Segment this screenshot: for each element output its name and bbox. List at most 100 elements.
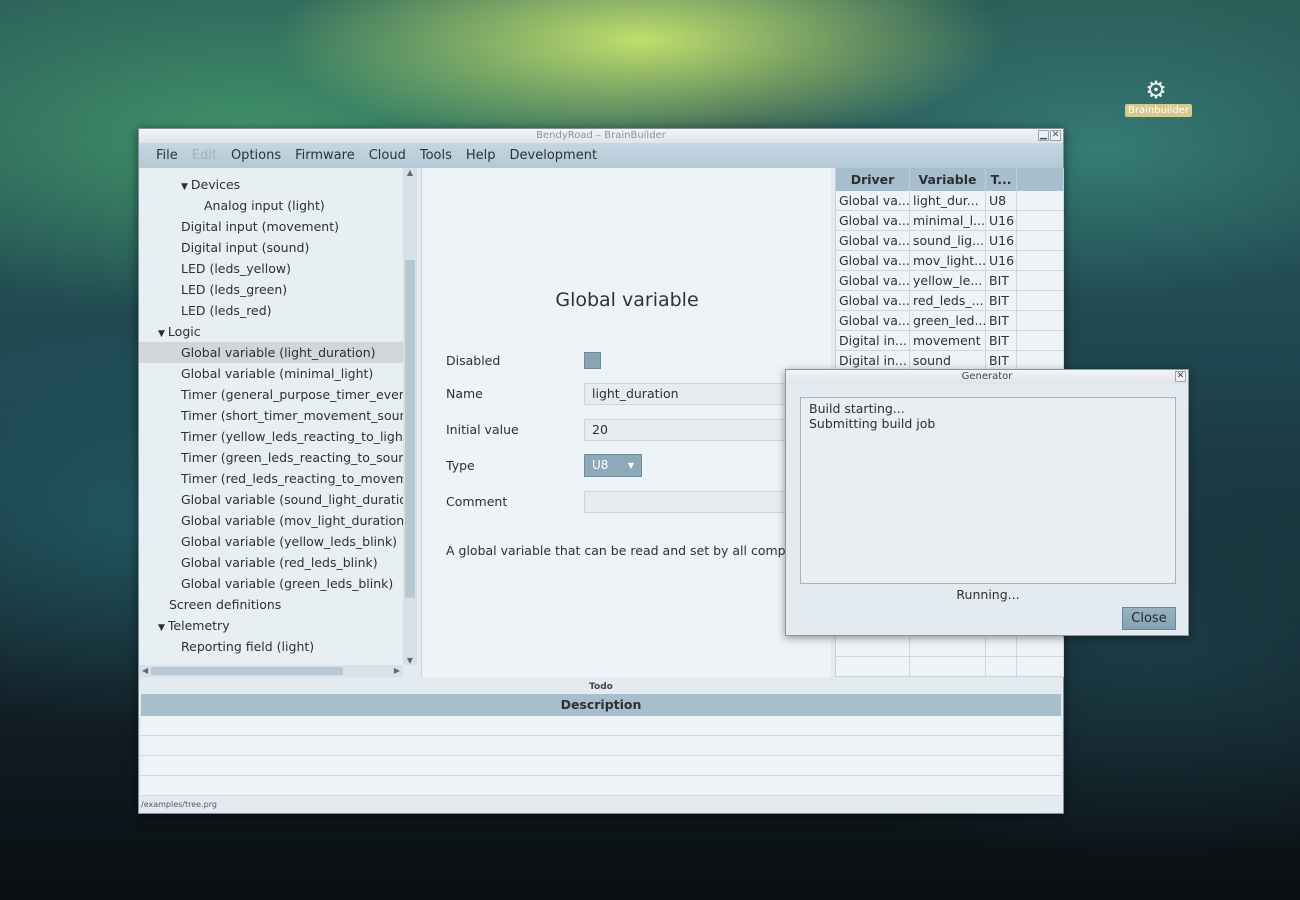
- close-icon[interactable]: ✕: [1175, 371, 1186, 382]
- column-header-type[interactable]: T...: [986, 168, 1017, 191]
- tree-item[interactable]: Timer (red_leds_reacting_to_moveme: [181, 468, 403, 489]
- table-row[interactable]: Global va... sound_lig... U16: [836, 231, 1064, 251]
- log-line: Build starting...: [809, 401, 905, 416]
- log-line: Submitting build job: [809, 416, 936, 431]
- gear-icon: ⚙: [1145, 76, 1167, 104]
- tree-item-selected[interactable]: Global variable (light_duration): [139, 342, 403, 363]
- tree-node-logic[interactable]: ▼ Logic: [158, 321, 201, 342]
- table-cell: light_dur...: [910, 191, 986, 210]
- table-cell: Global va...: [836, 311, 910, 330]
- expand-triangle-icon[interactable]: ▼: [181, 182, 188, 192]
- type-select[interactable]: U8 ▼: [584, 454, 642, 477]
- name-label: Name: [446, 386, 483, 401]
- minimize-icon[interactable]: ▁: [1038, 130, 1049, 141]
- column-header-driver[interactable]: Driver: [836, 168, 910, 191]
- tree-item[interactable]: Global variable (mov_light_duration): [181, 510, 403, 531]
- table-cell: green_led...: [910, 311, 986, 330]
- tree-item[interactable]: Global variable (yellow_leds_blink): [181, 531, 397, 552]
- table-cell: mov_light...: [910, 251, 986, 270]
- table-cell: [1017, 211, 1064, 230]
- tree-item[interactable]: LED (leds_red): [181, 300, 272, 321]
- close-icon[interactable]: ✕: [1050, 130, 1061, 141]
- scroll-left-icon[interactable]: ◀: [142, 665, 148, 677]
- table-cell: red_leds_...: [910, 291, 986, 310]
- table-row[interactable]: Digital in... movement BIT: [836, 331, 1064, 351]
- column-header-variable[interactable]: Variable: [910, 168, 986, 191]
- project-tree[interactable]: ▼ Devices Analog input (light) Digital in…: [139, 168, 403, 665]
- menu-development[interactable]: Development: [503, 148, 605, 163]
- tree-item[interactable]: Digital input (sound): [181, 237, 309, 258]
- scroll-down-icon[interactable]: ▼: [403, 656, 417, 665]
- tree-vertical-scrollbar[interactable]: ▲ ▼: [403, 168, 417, 665]
- todo-row[interactable]: [141, 756, 1061, 776]
- tree-item[interactable]: Global variable (green_leds_blink): [181, 573, 393, 594]
- table-cell: Global va...: [836, 271, 910, 290]
- tree-item[interactable]: Global variable (sound_light_duration): [181, 489, 403, 510]
- close-button[interactable]: Close: [1122, 607, 1176, 630]
- tree-item[interactable]: Timer (green_leds_reacting_to_sound): [181, 447, 403, 468]
- tree-item[interactable]: Global variable (red_leds_blink): [181, 552, 378, 573]
- table-cell: U16: [986, 211, 1017, 230]
- expand-triangle-icon[interactable]: ▼: [158, 329, 165, 339]
- tree-item-screen-definitions[interactable]: Screen definitions: [169, 594, 281, 615]
- menu-tools[interactable]: Tools: [413, 148, 459, 163]
- menu-file[interactable]: File: [149, 148, 185, 163]
- table-cell: Digital in...: [836, 331, 910, 350]
- table-row[interactable]: Global va... green_led... BIT: [836, 311, 1064, 331]
- expand-triangle-icon[interactable]: ▼: [158, 623, 165, 633]
- tree-item[interactable]: Digital input (movement): [181, 216, 339, 237]
- table-cell: movement: [910, 331, 986, 350]
- menu-help[interactable]: Help: [459, 148, 503, 163]
- tree-horizontal-scrollbar[interactable]: ◀ ▶: [139, 665, 403, 677]
- table-cell: [1017, 191, 1064, 210]
- table-row[interactable]: Global va... yellow_le... BIT: [836, 271, 1064, 291]
- table-cell: U16: [986, 251, 1017, 270]
- detail-title: Global variable: [555, 289, 699, 311]
- scrollbar-thumb[interactable]: [151, 667, 343, 675]
- todo-column-description[interactable]: Description: [141, 694, 1061, 716]
- todo-row[interactable]: [141, 716, 1061, 736]
- dialog-titlebar[interactable]: Generator ✕: [786, 370, 1188, 384]
- tree-item[interactable]: Global variable (minimal_light): [181, 363, 373, 384]
- dialog-title: Generator: [961, 371, 1013, 382]
- column-header-empty: [1017, 168, 1064, 191]
- desktop-icon-label: Brainbuilder: [1125, 104, 1193, 117]
- scrollbar-thumb[interactable]: [405, 260, 415, 598]
- table-row[interactable]: Global va... red_leds_... BIT: [836, 291, 1064, 311]
- tree-node-telemetry[interactable]: ▼ Telemetry: [158, 615, 230, 636]
- description-text: A global variable that can be read and s…: [446, 543, 817, 558]
- menu-options[interactable]: Options: [224, 148, 288, 163]
- build-status: Running...: [956, 587, 1020, 602]
- table-row[interactable]: Digital in... sound BIT: [836, 351, 1064, 371]
- window-titlebar[interactable]: BendyRoad – BrainBuilder ▁ ✕: [139, 129, 1063, 143]
- todo-row[interactable]: [141, 736, 1061, 756]
- menu-cloud[interactable]: Cloud: [362, 148, 413, 163]
- scroll-up-icon[interactable]: ▲: [403, 168, 417, 177]
- table-cell: [1017, 331, 1064, 350]
- table-cell: [1017, 311, 1064, 330]
- desktop-app-icon[interactable]: ⚙ Brainbuilder: [1125, 76, 1193, 117]
- table-cell: BIT: [986, 351, 1017, 370]
- tree-item[interactable]: Reporting field (light): [181, 636, 314, 657]
- tree-item[interactable]: LED (leds_yellow): [181, 258, 291, 279]
- table-row[interactable]: Global va... minimal_l... U16: [836, 211, 1064, 231]
- table-row[interactable]: Global va... light_dur... U8: [836, 191, 1064, 211]
- tree-node-devices[interactable]: ▼ Devices: [181, 174, 240, 195]
- window-title: BendyRoad – BrainBuilder: [536, 130, 666, 141]
- table-cell: sound: [910, 351, 986, 370]
- todo-row[interactable]: [141, 776, 1061, 796]
- disabled-checkbox[interactable]: [584, 352, 601, 369]
- tree-item[interactable]: Timer (yellow_leds_reacting_to_light): [181, 426, 403, 447]
- table-cell: [1017, 271, 1064, 290]
- tree-item[interactable]: Timer (general_purpose_timer_every_: [181, 384, 403, 405]
- scroll-right-icon[interactable]: ▶: [394, 665, 400, 677]
- menu-firmware[interactable]: Firmware: [288, 148, 362, 163]
- build-log[interactable]: Build starting... Submitting build job: [800, 397, 1176, 584]
- table-cell: sound_lig...: [910, 231, 986, 250]
- tree-item[interactable]: Analog input (light): [204, 195, 325, 216]
- table-row[interactable]: Global va... mov_light... U16: [836, 251, 1064, 271]
- tree-item[interactable]: Timer (short_timer_movement_sound_: [181, 405, 403, 426]
- initial-value-label: Initial value: [446, 422, 519, 437]
- tree-item[interactable]: LED (leds_green): [181, 279, 287, 300]
- detail-panel: Global variable Disabled Name light_dura…: [421, 168, 834, 677]
